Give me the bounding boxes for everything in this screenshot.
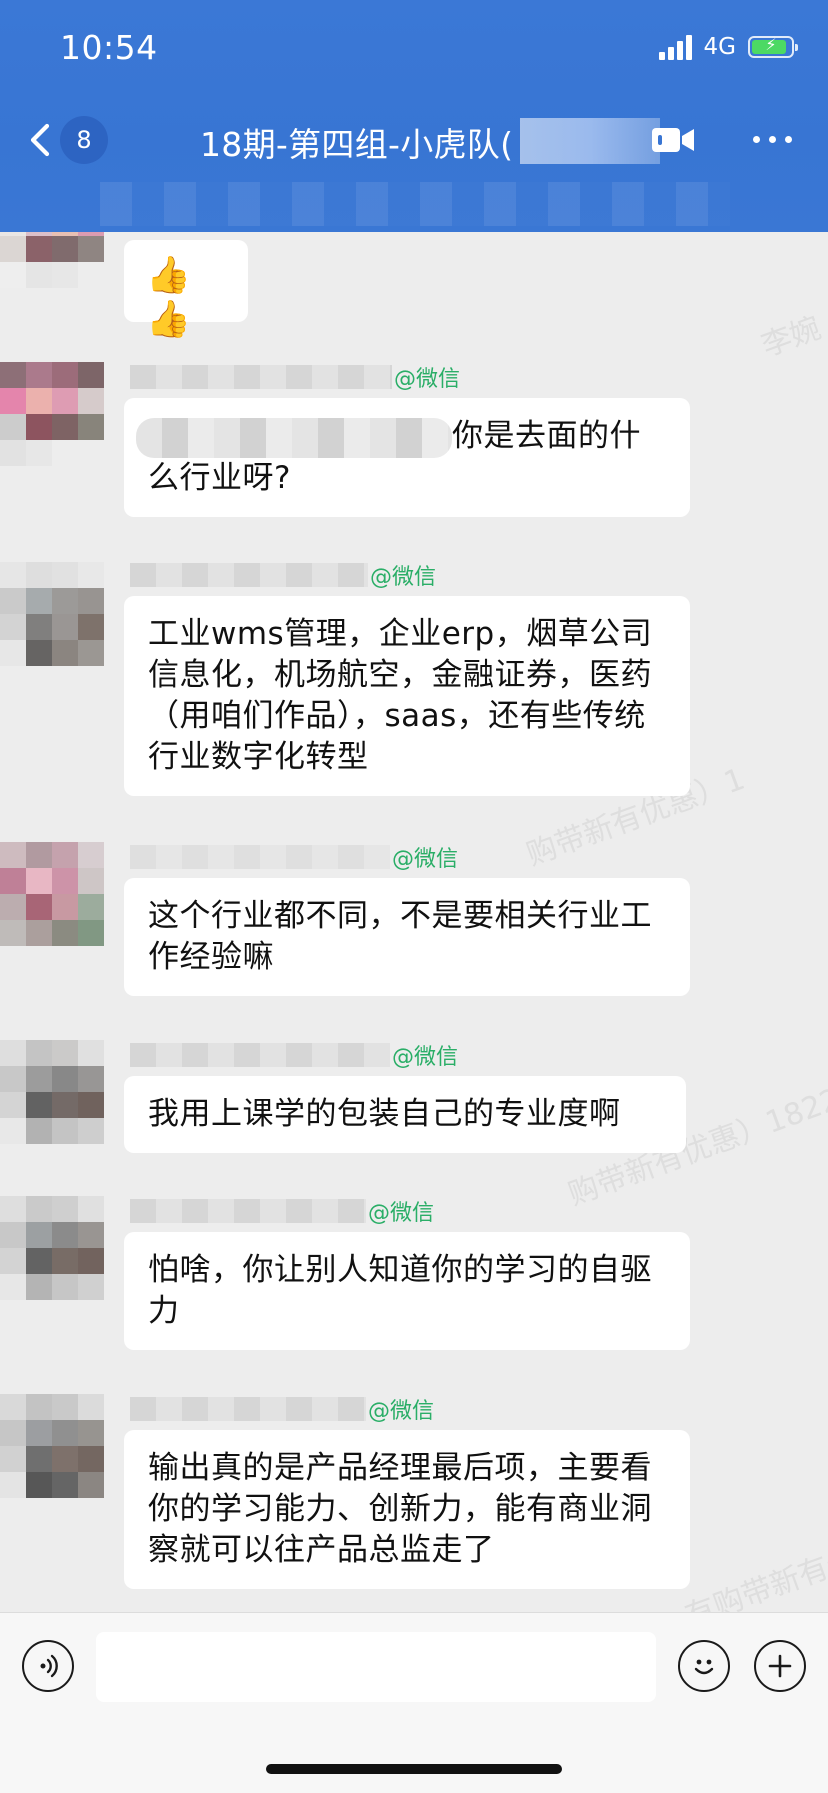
- home-indicator[interactable]: [266, 1764, 562, 1774]
- sender-name-redaction: [130, 1199, 366, 1223]
- emoji-icon: [694, 1659, 714, 1675]
- voice-button[interactable]: [22, 1640, 74, 1692]
- sender-name-redaction: [130, 1043, 390, 1067]
- wechat-tag: @微信: [392, 1045, 459, 1070]
- message-input[interactable]: [96, 1632, 656, 1702]
- plus-icon: [768, 1654, 792, 1678]
- message-text: 工业wms管理，企业erp，烟草公司信息化，机场航空，金融证券，医药（用咱们作品…: [148, 616, 653, 775]
- charging-bolt-icon: ⚡: [765, 35, 777, 54]
- avatar[interactable]: [0, 1040, 104, 1144]
- sender-name: @微信: [130, 844, 459, 872]
- avatar[interactable]: [0, 1196, 104, 1300]
- group-notice-redaction: [100, 182, 730, 226]
- wechat-tag: @微信: [394, 367, 461, 392]
- sender-name: @微信: [130, 1042, 459, 1070]
- watermark: 有购带新有优: [680, 1540, 828, 1612]
- wechat-tag: @微信: [368, 1201, 435, 1226]
- message-bubble[interactable]: 你是去面的什么行业呀?: [124, 398, 690, 517]
- sender-name-redaction: [130, 563, 368, 587]
- message-text: 这个行业都不同，不是要相关行业工作经验嘛: [148, 898, 652, 975]
- wechat-tag: @微信: [368, 1399, 435, 1424]
- message-text: 我用上课学的包装自己的专业度啊: [148, 1096, 621, 1132]
- thumbs-up-emoji: 👍👍: [146, 255, 192, 340]
- status-time: 10:54: [60, 28, 158, 67]
- plus-button[interactable]: [754, 1640, 806, 1692]
- watermark: 李婉: [757, 310, 826, 364]
- sender-name: @微信: [130, 1198, 435, 1226]
- avatar[interactable]: [0, 842, 104, 946]
- sender-name-redaction: [130, 1397, 366, 1421]
- avatar[interactable]: [0, 362, 104, 466]
- video-call-icon[interactable]: [650, 124, 696, 156]
- sender-name-redaction: [130, 365, 392, 389]
- back-icon[interactable]: [22, 120, 62, 160]
- message-bubble[interactable]: 怕啥，你让别人知道你的学习的自驱力: [124, 1232, 690, 1350]
- chat-header: 10:54 4G ⚡ 8 18期-第四组-小虎队(: [0, 0, 828, 232]
- battery-tip: [795, 44, 798, 51]
- status-indicators: 4G ⚡: [658, 34, 798, 60]
- sender-name: @微信: [130, 1396, 435, 1424]
- voice-icon: [40, 1654, 58, 1678]
- avatar[interactable]: [0, 232, 104, 314]
- network-label: 4G: [703, 34, 736, 60]
- battery-icon: ⚡: [748, 35, 798, 58]
- quoted-text-redaction: [136, 417, 452, 458]
- wechat-tag: @微信: [370, 565, 437, 590]
- title-redaction: [520, 118, 660, 164]
- wechat-tag: @微信: [392, 847, 459, 872]
- emoji-button[interactable]: [678, 1640, 730, 1692]
- message-text: 怕啥，你让别人知道你的学习的自驱力: [148, 1252, 652, 1329]
- navigation-bar: 8 18期-第四组-小虎队(: [0, 108, 828, 172]
- message-bubble[interactable]: 输出真的是产品经理最后项，主要看你的学习能力、创新力，能有商业洞察就可以往产品总…: [124, 1430, 690, 1589]
- message-text: 输出真的是产品经理最后项，主要看你的学习能力、创新力，能有商业洞察就可以往产品总…: [148, 1450, 652, 1568]
- avatar[interactable]: [0, 1394, 104, 1498]
- sender-name: @微信: [130, 364, 461, 392]
- more-icon[interactable]: [753, 136, 792, 143]
- sender-name: @微信: [130, 562, 437, 590]
- avatar[interactable]: [0, 562, 104, 666]
- unread-count-badge[interactable]: 8: [60, 116, 108, 164]
- message-bubble[interactable]: 工业wms管理，企业erp，烟草公司信息化，机场航空，金融证券，医药（用咱们作品…: [124, 596, 690, 796]
- chat-title[interactable]: 18期-第四组-小虎队(: [200, 118, 513, 166]
- sender-name-redaction: [130, 845, 390, 869]
- message-list[interactable]: 李婉 购带新有优惠）1 购带新有优惠）1822 有购带新有优 👍👍 @微信 你是…: [0, 232, 828, 1612]
- message-bubble[interactable]: 👍👍: [124, 240, 248, 340]
- message-bubble[interactable]: 这个行业都不同，不是要相关行业工作经验嘛: [124, 878, 690, 996]
- signal-icon: [658, 34, 692, 60]
- message-bubble[interactable]: 我用上课学的包装自己的专业度啊: [124, 1076, 686, 1153]
